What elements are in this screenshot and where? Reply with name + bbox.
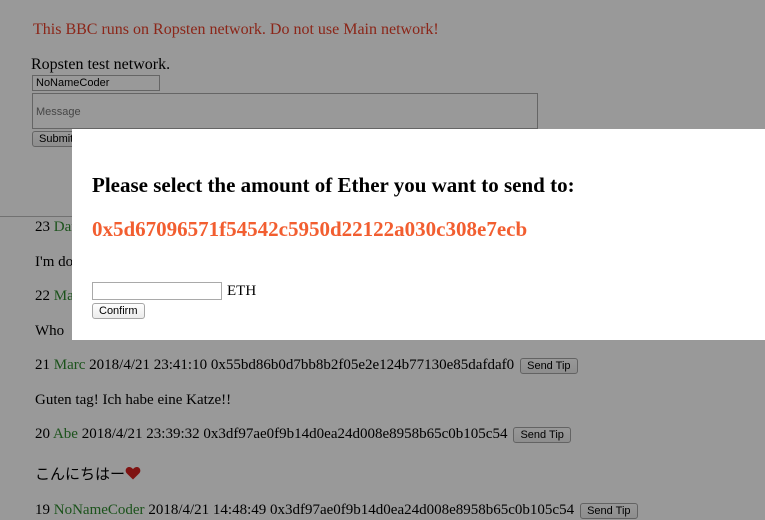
page: This BBC runs on Ropsten network. Do not… xyxy=(0,0,765,520)
recipient-address: 0x5d67096571f54542c5950d22122a030c308e7e… xyxy=(92,217,528,241)
eth-unit-label: ETH xyxy=(227,283,257,299)
send-ether-modal: Please select the amount of Ether you wa… xyxy=(72,129,765,340)
amount-input[interactable] xyxy=(92,282,222,300)
modal-title: Please select the amount of Ether you wa… xyxy=(92,173,575,197)
confirm-button[interactable]: Confirm xyxy=(92,303,145,319)
